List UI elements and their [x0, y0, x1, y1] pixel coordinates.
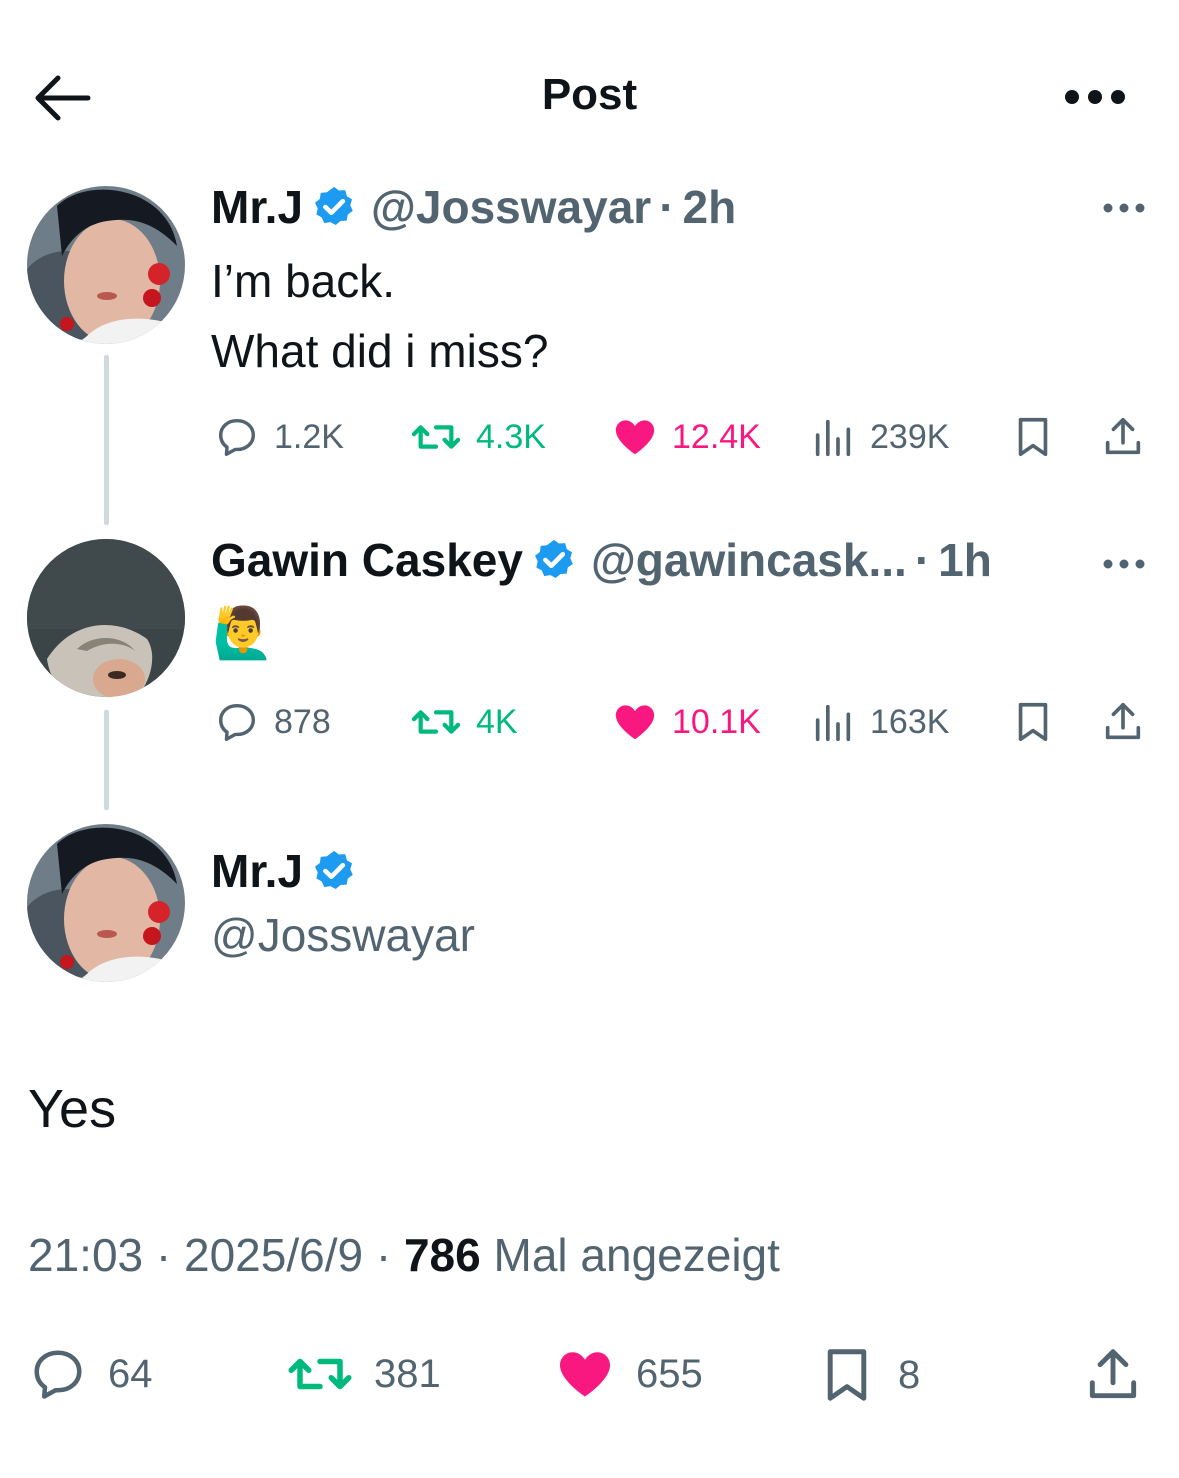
- post-time[interactable]: 2h: [683, 180, 737, 234]
- reply-count: 64: [108, 1351, 153, 1396]
- reply-button[interactable]: 1.2K: [214, 414, 344, 460]
- share-icon[interactable]: [1100, 699, 1146, 745]
- reply-icon: [218, 703, 256, 741]
- post-line: What did i miss?: [211, 325, 549, 377]
- verified-badge-icon: [534, 539, 573, 579]
- avatar-gawin[interactable]: [27, 539, 185, 697]
- separator: ·: [914, 534, 931, 586]
- main-post-text: Yes: [28, 1079, 117, 1139]
- avatar-mrj[interactable]: [27, 186, 185, 344]
- main-author-name[interactable]: Mr.J: [211, 844, 357, 898]
- more-options-icon[interactable]: [1062, 80, 1128, 114]
- bookmark-icon[interactable]: [1010, 414, 1056, 460]
- view-count: 786: [403, 1229, 481, 1281]
- like-button[interactable]: 10.1K: [612, 699, 761, 745]
- views-chart-icon: [815, 704, 851, 742]
- main-author-handle[interactable]: @Josswayar: [211, 908, 475, 962]
- share-icon[interactable]: [1100, 414, 1146, 460]
- heart-icon: [560, 1352, 610, 1397]
- post-author[interactable]: Mr.J @Josswayar · 2h: [211, 180, 736, 234]
- repost-button[interactable]: 4K: [410, 699, 518, 745]
- post-metadata: 21:03 · 2025/6/9 · 786 Mal angezeigt: [28, 1228, 780, 1282]
- views-count: 239K: [870, 417, 950, 456]
- separator: ·: [375, 1229, 392, 1281]
- repost-count: 381: [374, 1351, 441, 1396]
- share-icon[interactable]: [1082, 1344, 1144, 1406]
- thread-line: [104, 710, 109, 810]
- bookmark-icon[interactable]: [1010, 699, 1056, 745]
- author-handle[interactable]: @gawincask...: [591, 533, 907, 587]
- post-author[interactable]: Gawin Caskey @gawincask... · 1h: [211, 533, 992, 587]
- bookmark-icon: [827, 1349, 867, 1401]
- repost-count: 4K: [476, 702, 518, 741]
- reply-icon: [218, 418, 256, 456]
- reply-count: 1.2K: [274, 417, 344, 456]
- post-emoji: 🙋‍♂️: [212, 605, 275, 661]
- separator: ·: [659, 181, 675, 233]
- views-chart-icon: [815, 419, 851, 457]
- post-more-icon[interactable]: [1102, 556, 1146, 572]
- bookmark-count: 8: [898, 1352, 921, 1397]
- views-button[interactable]: 239K: [810, 414, 949, 460]
- verified-badge-icon: [315, 186, 353, 226]
- repost-icon: [411, 710, 461, 734]
- reply-count: 878: [274, 702, 331, 741]
- verified-badge-icon: [315, 850, 353, 890]
- author-handle[interactable]: @Josswayar: [371, 180, 651, 234]
- thread-line: [104, 355, 109, 525]
- reply-button[interactable]: 64: [28, 1344, 153, 1404]
- separator: ·: [155, 1229, 172, 1281]
- like-count: 10.1K: [672, 702, 761, 741]
- post-text: I’m back. What did i miss?: [211, 246, 548, 386]
- heart-icon: [615, 420, 655, 455]
- like-button[interactable]: 655: [554, 1344, 703, 1404]
- repost-icon: [288, 1358, 352, 1390]
- like-button[interactable]: 12.4K: [612, 414, 761, 460]
- view-label: Mal angezeigt: [493, 1229, 780, 1281]
- repost-count: 4.3K: [476, 417, 546, 456]
- post-time[interactable]: 21:03: [28, 1229, 143, 1281]
- heart-icon: [615, 705, 655, 740]
- like-count: 655: [636, 1351, 703, 1396]
- post-line: I’m back.: [211, 255, 396, 307]
- views-button[interactable]: 163K: [810, 699, 949, 745]
- post-more-icon[interactable]: [1102, 200, 1146, 216]
- bookmark-button[interactable]: 8: [816, 1344, 920, 1406]
- avatar-mrj[interactable]: [27, 824, 185, 982]
- post-time[interactable]: 1h: [938, 533, 992, 587]
- page-title: Post: [541, 70, 638, 119]
- views-count: 163K: [870, 702, 950, 741]
- repost-button[interactable]: 381: [286, 1344, 441, 1404]
- reply-icon: [34, 1350, 82, 1399]
- author-name[interactable]: Mr.J: [211, 180, 303, 234]
- repost-button[interactable]: 4.3K: [410, 414, 546, 460]
- like-count: 12.4K: [672, 417, 761, 456]
- repost-icon: [411, 425, 461, 449]
- author-name[interactable]: Gawin Caskey: [211, 533, 523, 587]
- reply-button[interactable]: 878: [214, 699, 331, 745]
- author-name[interactable]: Mr.J: [211, 844, 303, 898]
- post-date[interactable]: 2025/6/9: [184, 1229, 363, 1281]
